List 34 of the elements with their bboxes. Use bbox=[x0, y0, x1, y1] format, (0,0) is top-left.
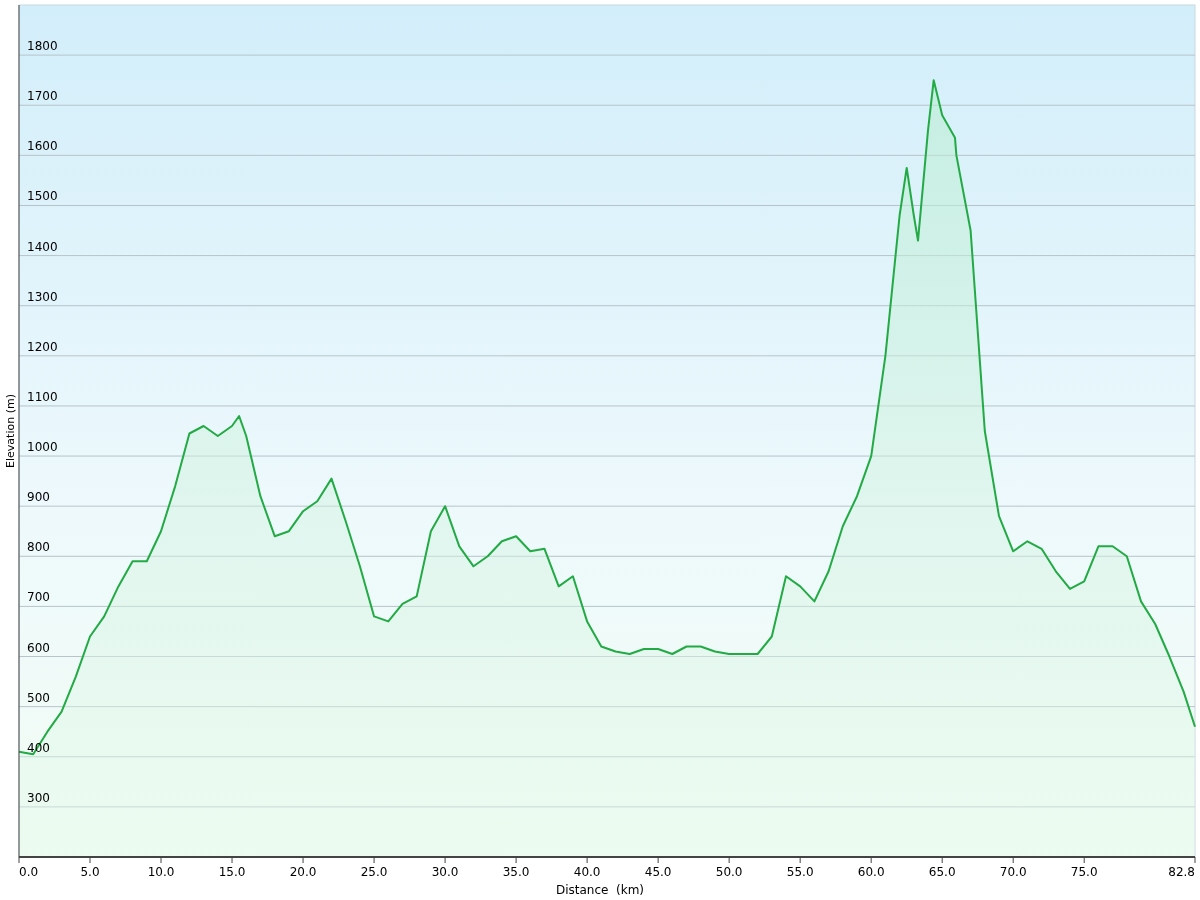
y-tick-label: 1100 bbox=[27, 389, 58, 404]
x-tick-label: 82.8 bbox=[1168, 865, 1195, 879]
y-tick-label: 800 bbox=[27, 540, 50, 555]
x-tick-label: 70.0 bbox=[999, 865, 1027, 879]
x-tick-label: 5.0 bbox=[80, 865, 100, 879]
x-tick-label: 65.0 bbox=[928, 865, 956, 879]
x-tick-label: 60.0 bbox=[857, 865, 885, 879]
x-axis-title: Distance (km) bbox=[555, 883, 645, 897]
y-tick-label: 1400 bbox=[27, 239, 58, 254]
x-tick-label: 35.0 bbox=[502, 865, 530, 879]
x-tick-label: 40.0 bbox=[573, 865, 601, 879]
y-tick-label: 1600 bbox=[27, 139, 58, 154]
x-tick-label: 30.0 bbox=[431, 865, 459, 879]
y-tick-label: 1000 bbox=[27, 440, 58, 455]
x-tick-label: 0.0 bbox=[19, 865, 39, 879]
y-tick-label: 1700 bbox=[27, 89, 58, 104]
x-tick-label: 10.0 bbox=[147, 865, 175, 879]
x-tick-label: 45.0 bbox=[644, 865, 672, 879]
y-tick-label: 500 bbox=[27, 690, 50, 705]
y-tick-label: 1500 bbox=[27, 189, 58, 204]
y-tick-label: 900 bbox=[27, 490, 50, 505]
x-tick-label: 55.0 bbox=[786, 865, 814, 879]
x-tick-label: 25.0 bbox=[360, 865, 388, 879]
x-tick-label: 75.0 bbox=[1070, 865, 1098, 879]
y-tick-label: 600 bbox=[27, 640, 50, 655]
y-tick-label: 300 bbox=[27, 790, 50, 805]
y-tick-label: 700 bbox=[27, 590, 50, 605]
x-tick-label: 50.0 bbox=[715, 865, 743, 879]
y-axis-title: Elevation (m) bbox=[4, 394, 17, 468]
y-tick-label: 1300 bbox=[27, 289, 58, 304]
x-tick-label: 20.0 bbox=[289, 865, 317, 879]
y-tick-label: 1800 bbox=[27, 39, 58, 54]
y-tick-label: 1200 bbox=[27, 339, 58, 354]
x-tick-label: 15.0 bbox=[218, 865, 246, 879]
